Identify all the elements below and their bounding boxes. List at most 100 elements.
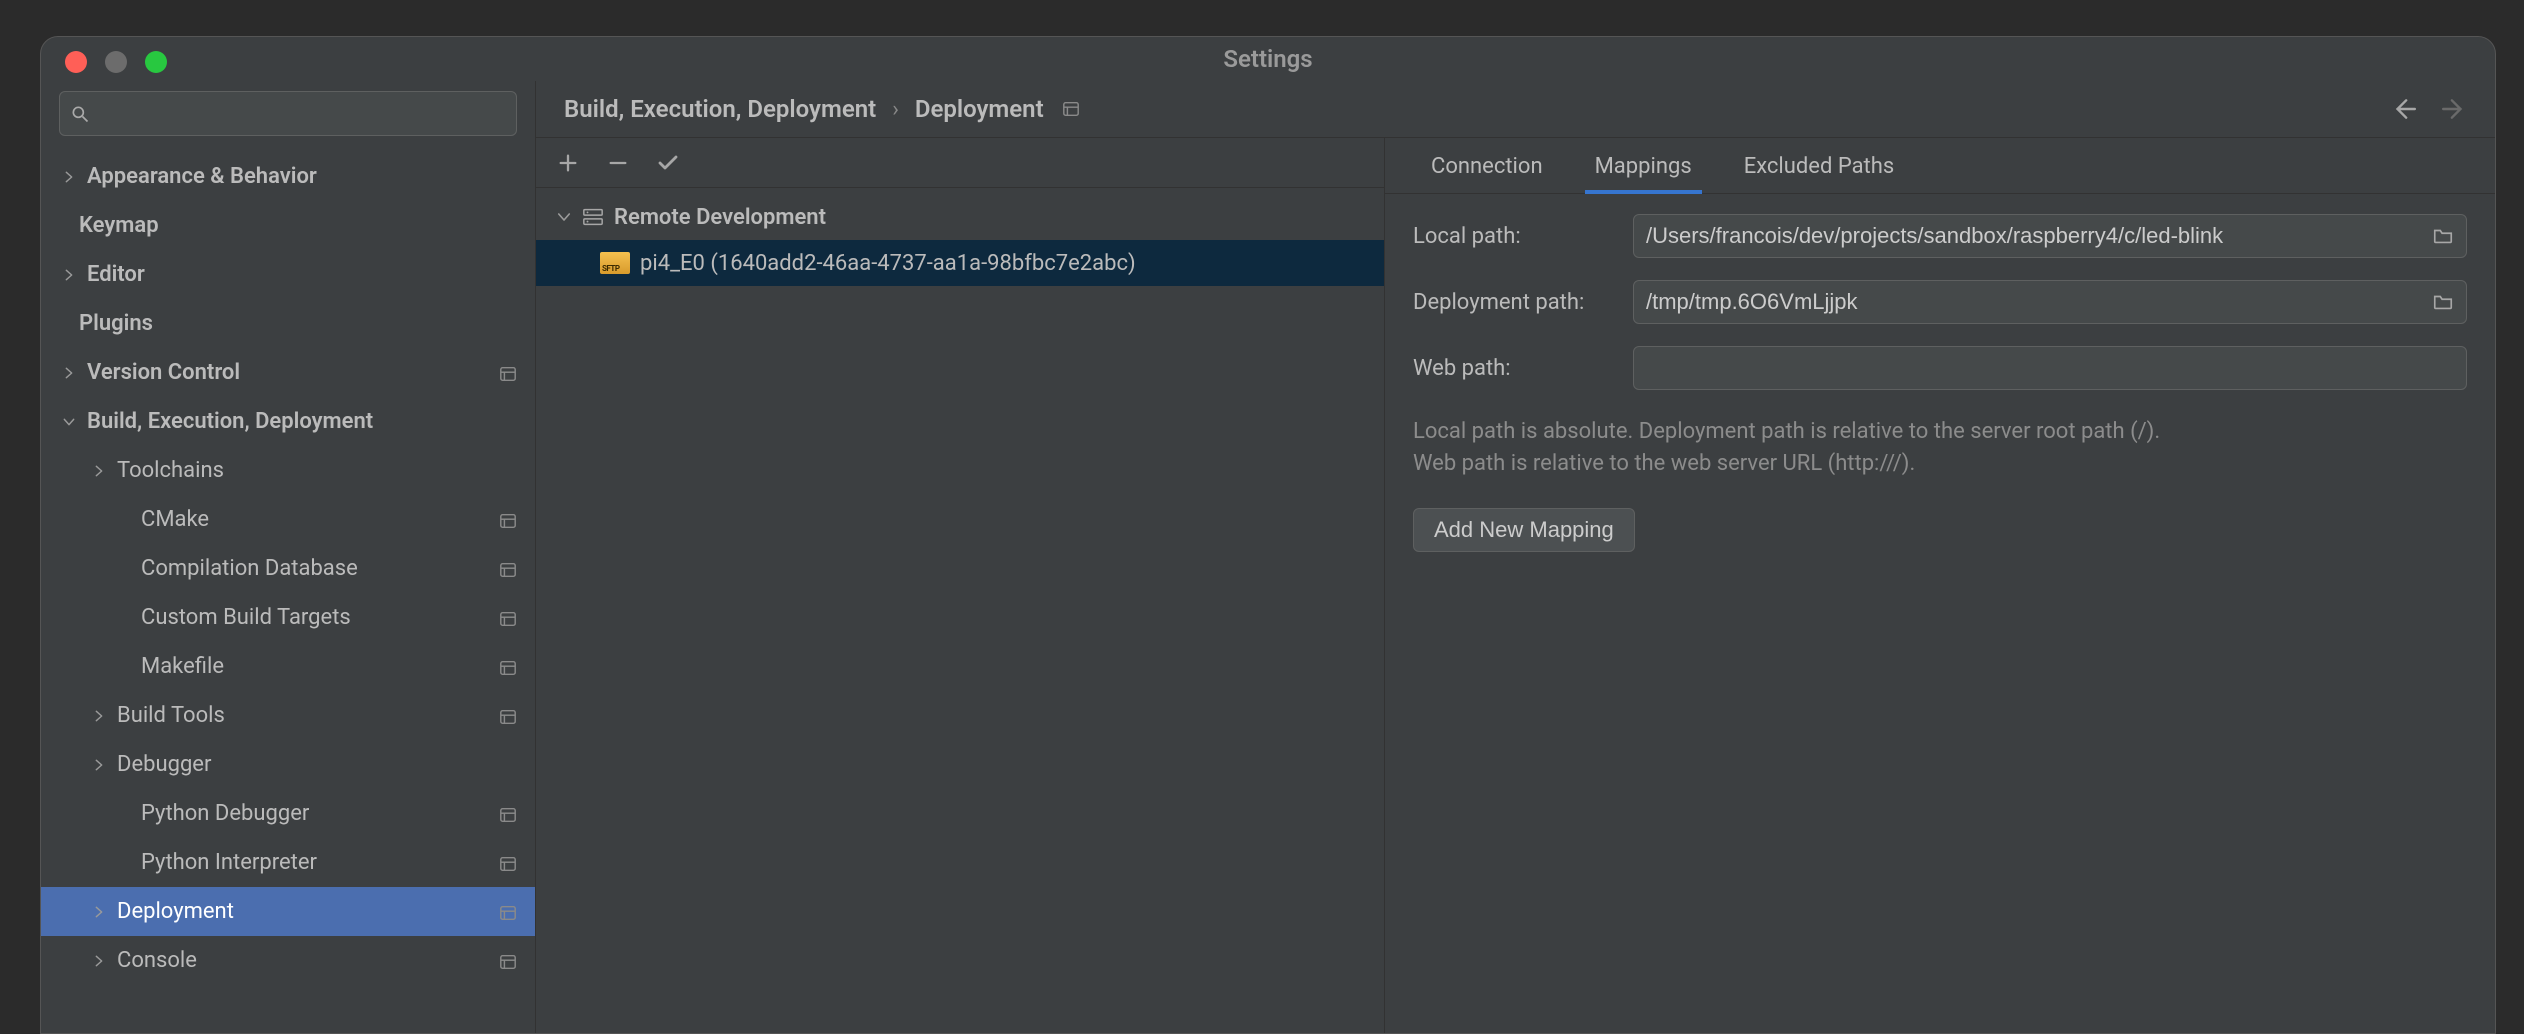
sidebar-item-label: Compilation Database [141, 556, 358, 581]
project-scope-icon [499, 658, 517, 676]
sidebar-item-python-interpreter[interactable]: Python Interpreter [41, 838, 535, 887]
chevron-right-icon [59, 265, 79, 285]
sidebar-item-compilation-database[interactable]: Compilation Database [41, 544, 535, 593]
sidebar-item-label: Keymap [79, 213, 159, 238]
web-path-input[interactable] [1646, 355, 2454, 381]
settings-main: Build, Execution, Deployment › Deploymen… [536, 81, 2495, 1033]
server-item-label: pi4_E0 (1640add2-46aa-4737-aa1a-98bfbc7e… [640, 251, 1136, 276]
sidebar-item-label: Version Control [87, 360, 240, 385]
sidebar-item-cmake[interactable]: CMake [41, 495, 535, 544]
sidebar-item-deployment[interactable]: Deployment [41, 887, 535, 936]
sidebar-item-python-debugger[interactable]: Python Debugger [41, 789, 535, 838]
project-scope-icon [499, 707, 517, 725]
servers-toolbar [536, 138, 1384, 188]
sidebar-item-build-execution-deployment[interactable]: Build, Execution, Deployment [41, 397, 535, 446]
sidebar-item-label: Makefile [141, 654, 224, 679]
tab-excluded-paths[interactable]: Excluded Paths [1718, 140, 1921, 193]
sidebar-item-editor[interactable]: Editor [41, 250, 535, 299]
sidebar-item-label: Deployment [117, 899, 234, 924]
chevron-right-icon [89, 461, 109, 481]
sidebar-item-custom-build-targets[interactable]: Custom Build Targets [41, 593, 535, 642]
minimize-window-button[interactable] [105, 51, 127, 73]
breadcrumb-current: Deployment [915, 95, 1044, 123]
nav-back-button[interactable] [2391, 96, 2417, 122]
sidebar-item-build-tools[interactable]: Build Tools [41, 691, 535, 740]
project-scope-icon [1062, 100, 1080, 118]
sidebar-item-label: Python Interpreter [141, 850, 317, 875]
breadcrumb-parent[interactable]: Build, Execution, Deployment [564, 95, 876, 123]
titlebar: Settings [41, 37, 2495, 81]
sidebar-item-version-control[interactable]: Version Control [41, 348, 535, 397]
close-window-button[interactable] [65, 51, 87, 73]
sidebar-item-appearance-behavior[interactable]: Appearance & Behavior [41, 152, 535, 201]
tab-mappings[interactable]: Mappings [1569, 140, 1718, 193]
search-icon [70, 104, 90, 124]
sidebar-item-label: Python Debugger [141, 801, 309, 826]
project-scope-icon [499, 952, 517, 970]
sidebar-item-label: Debugger [117, 752, 211, 777]
local-path-label: Local path: [1413, 224, 1633, 249]
deployment-path-label: Deployment path: [1413, 290, 1633, 315]
chevron-right-icon [59, 363, 79, 383]
project-scope-icon [499, 854, 517, 872]
breadcrumb-sep: › [892, 97, 899, 122]
servers-panel: Remote Development SFTP pi4_E0 (1640add2… [536, 138, 1385, 1033]
details-panel: ConnectionMappingsExcluded Paths Local p… [1385, 138, 2495, 1033]
browse-deployment-button[interactable] [2432, 291, 2454, 313]
tab-connection[interactable]: Connection [1405, 140, 1569, 193]
chevron-right-icon [89, 902, 109, 922]
sidebar-item-toolchains[interactable]: Toolchains [41, 446, 535, 495]
project-scope-icon [499, 560, 517, 578]
sidebar-item-console[interactable]: Console [41, 936, 535, 985]
settings-window: Settings Appearance & Behavior Keymap Edit… [40, 36, 2496, 1034]
sidebar-item-label: Build, Execution, Deployment [87, 409, 373, 434]
details-tabs: ConnectionMappingsExcluded Paths [1385, 138, 2495, 194]
project-scope-icon [499, 903, 517, 921]
server-item[interactable]: SFTP pi4_E0 (1640add2-46aa-4737-aa1a-98b… [536, 240, 1384, 286]
add-mapping-button[interactable]: Add New Mapping [1413, 508, 1635, 552]
set-default-button[interactable] [654, 149, 682, 177]
settings-tree: Appearance & Behavior Keymap Editor Plugins… [41, 146, 535, 1033]
settings-search[interactable] [59, 91, 517, 136]
deployment-path-field[interactable] [1633, 280, 2467, 324]
settings-sidebar: Appearance & Behavior Keymap Editor Plugins… [41, 81, 536, 1033]
project-scope-icon [499, 609, 517, 627]
web-path-label: Web path: [1413, 356, 1633, 381]
sidebar-item-label: Plugins [79, 311, 153, 336]
sidebar-item-keymap[interactable]: Keymap [41, 201, 535, 250]
settings-search-input[interactable] [98, 101, 506, 127]
sidebar-item-label: Editor [87, 262, 145, 287]
deployment-path-input[interactable] [1646, 289, 2422, 315]
window-title: Settings [1223, 45, 1312, 73]
sidebar-item-label: Appearance & Behavior [87, 164, 317, 189]
sidebar-item-label: Console [117, 948, 197, 973]
project-scope-icon [499, 511, 517, 529]
server-group-row[interactable]: Remote Development [536, 194, 1384, 240]
chevron-down-icon [59, 412, 79, 432]
sidebar-item-debugger[interactable]: Debugger [41, 740, 535, 789]
remove-server-button[interactable] [604, 149, 632, 177]
sidebar-item-label: Custom Build Targets [141, 605, 351, 630]
zoom-window-button[interactable] [145, 51, 167, 73]
web-path-field[interactable] [1633, 346, 2467, 390]
chevron-right-icon [89, 706, 109, 726]
project-scope-icon [499, 364, 517, 382]
sidebar-item-label: Toolchains [117, 458, 224, 483]
window-controls [65, 51, 167, 73]
sidebar-item-makefile[interactable]: Makefile [41, 642, 535, 691]
sidebar-item-label: CMake [141, 507, 209, 532]
breadcrumb-bar: Build, Execution, Deployment › Deploymen… [536, 81, 2495, 137]
browse-local-button[interactable] [2432, 225, 2454, 247]
sidebar-item-label: Build Tools [117, 703, 225, 728]
local-path-field[interactable] [1633, 214, 2467, 258]
sidebar-item-plugins[interactable]: Plugins [41, 299, 535, 348]
project-scope-icon [499, 805, 517, 823]
add-server-button[interactable] [554, 149, 582, 177]
sftp-icon: SFTP [600, 252, 630, 274]
mappings-hint: Local path is absolute. Deployment path … [1413, 416, 2467, 480]
chevron-down-icon [554, 207, 574, 227]
server-group-label: Remote Development [614, 205, 826, 230]
chevron-right-icon [59, 167, 79, 187]
local-path-input[interactable] [1646, 223, 2422, 249]
servers-tree: Remote Development SFTP pi4_E0 (1640add2… [536, 188, 1384, 1033]
